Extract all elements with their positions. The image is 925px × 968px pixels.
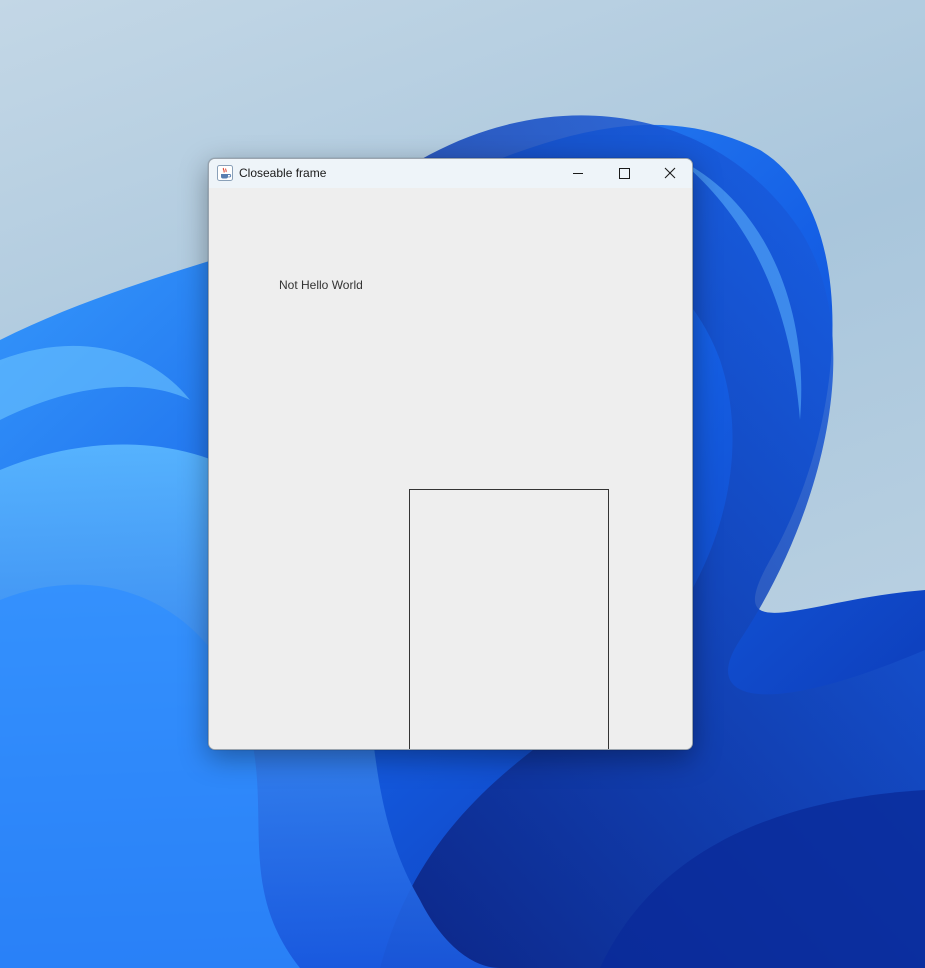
java-cup-icon [217, 165, 233, 181]
desktop: Closeable frame Not Hello World [0, 0, 925, 968]
title-bar[interactable]: Closeable frame [209, 159, 692, 188]
hello-label: Not Hello World [279, 278, 363, 292]
close-button[interactable] [646, 159, 692, 188]
maximize-icon [619, 168, 630, 179]
minimize-icon [573, 173, 583, 174]
bordered-panel [409, 489, 609, 749]
close-icon [664, 167, 676, 179]
closeable-frame-window[interactable]: Closeable frame Not Hello World [208, 158, 693, 750]
window-title: Closeable frame [239, 166, 327, 180]
frame-content: Not Hello World [209, 188, 692, 749]
minimize-button[interactable] [555, 159, 601, 188]
maximize-button[interactable] [601, 159, 647, 188]
